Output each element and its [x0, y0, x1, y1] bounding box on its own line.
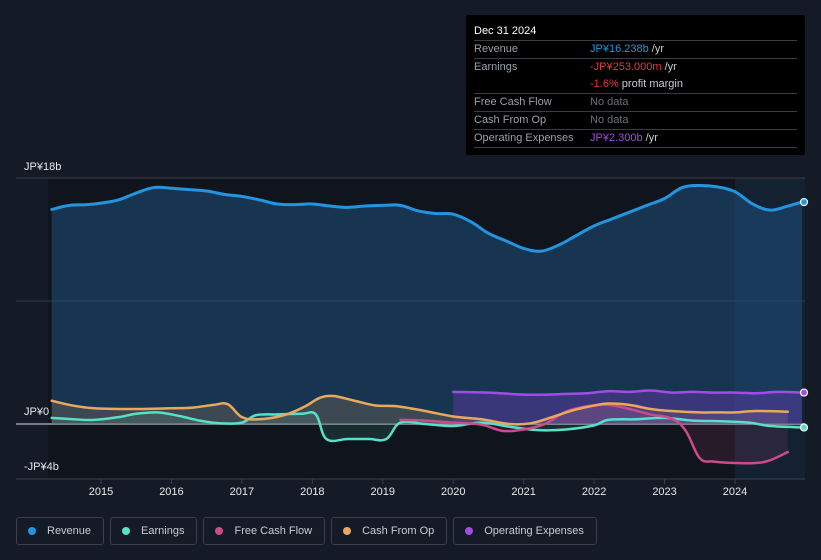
endpoint-earnings — [799, 423, 809, 432]
x-tick-label: 2020 — [441, 486, 465, 498]
x-tick-label: 2016 — [159, 486, 183, 498]
tooltip-row-value: JP¥2.300b /yr — [590, 130, 658, 147]
legend-item-operating-expenses[interactable]: Operating Expenses — [453, 517, 597, 545]
tooltip-date: Dec 31 2024 — [474, 25, 537, 37]
endpoint-operating-expenses — [799, 388, 809, 397]
legend-dot-icon — [122, 527, 131, 535]
tooltip-row-value: No data — [590, 112, 629, 129]
tooltip-row-value: No data — [590, 94, 629, 111]
legend-dot-icon — [28, 527, 36, 535]
tooltip-row-value: -JP¥253.000m /yr — [590, 59, 677, 76]
legend-item-earnings[interactable]: Earnings — [110, 517, 198, 545]
tooltip-rows: Revenue JP¥16.238b /yr Earnings -JP¥253.000… — [474, 40, 797, 148]
legend-label: Revenue — [47, 525, 92, 537]
tooltip-row: Earnings -JP¥253.000m /yr — [474, 58, 797, 76]
tooltip-value-suffix: profit margin — [618, 78, 683, 90]
y-tick-label: -JP¥4b — [24, 461, 59, 473]
tooltip-value-number: No data — [590, 114, 629, 126]
tooltip-value-suffix: /yr — [642, 132, 658, 144]
x-tick-label: 2024 — [723, 486, 747, 498]
legend-label: Operating Expenses — [484, 525, 584, 537]
x-tick-label: 2019 — [371, 486, 395, 498]
legend-item-cash-from-op[interactable]: Cash From Op — [331, 517, 448, 545]
legend-label: Earnings — [141, 525, 185, 537]
tooltip-value-number: -1.6% — [590, 78, 619, 90]
area-revenue — [51, 185, 802, 424]
legend: Revenue Earnings Free Cash Flow Cash From O… — [16, 517, 597, 545]
tooltip-row-label: Earnings — [474, 61, 518, 73]
tooltip-row: -1.6% profit margin — [474, 76, 797, 93]
x-tick-label: 2018 — [300, 486, 324, 498]
tooltip-row-label: Operating Expenses — [474, 132, 574, 144]
legend-label: Free Cash Flow — [234, 525, 313, 537]
tooltip-value-suffix: /yr — [661, 61, 677, 73]
tooltip-row: Cash From Op No data — [474, 111, 797, 129]
x-tick-label: 2015 — [89, 486, 113, 498]
legend-item-revenue[interactable]: Revenue — [16, 517, 105, 545]
tooltip-value-number: No data — [590, 96, 629, 108]
tooltip-row: Free Cash Flow No data — [474, 93, 797, 111]
tooltip: Dec 31 2024 Revenue JP¥16.238b /yr Earning… — [466, 15, 805, 155]
tooltip-row-label: Free Cash Flow — [474, 96, 552, 108]
x-axis: 2015 2016 2017 2018 2019 2020 2021 2022 2023 2024 — [16, 478, 805, 498]
tooltip-value-number: JP¥2.300b — [590, 132, 643, 144]
tooltip-row-label — [474, 76, 590, 93]
x-tick-label: 2021 — [511, 486, 535, 498]
x-tick-label: 2023 — [652, 486, 676, 498]
tooltip-row-label: Revenue — [474, 43, 519, 55]
y-tick-label: JP¥0 — [24, 406, 49, 418]
tooltip-value-number: -JP¥253.000m — [590, 61, 662, 73]
tooltip-value-number: JP¥16.238b — [590, 43, 649, 55]
tooltip-row-value: JP¥16.238b /yr — [590, 41, 664, 58]
x-tick-label: 2022 — [582, 486, 606, 498]
legend-dot-icon — [215, 527, 224, 535]
tooltip-row-label: Cash From Op — [474, 114, 547, 126]
legend-label: Cash From Op — [362, 525, 435, 537]
y-tick-label: JP¥18b — [24, 161, 61, 173]
x-tick-label: 2017 — [230, 486, 254, 498]
tooltip-row: Revenue JP¥16.238b /yr — [474, 40, 797, 58]
tooltip-row: Operating Expenses JP¥2.300b /yr — [474, 129, 797, 148]
tooltip-value-suffix: /yr — [648, 43, 664, 55]
legend-item-free-cash-flow[interactable]: Free Cash Flow — [203, 517, 326, 545]
endpoint-revenue — [799, 197, 809, 207]
legend-dot-icon — [343, 527, 352, 535]
tooltip-row-value: -1.6% profit margin — [590, 76, 683, 93]
legend-dot-icon — [465, 527, 474, 535]
